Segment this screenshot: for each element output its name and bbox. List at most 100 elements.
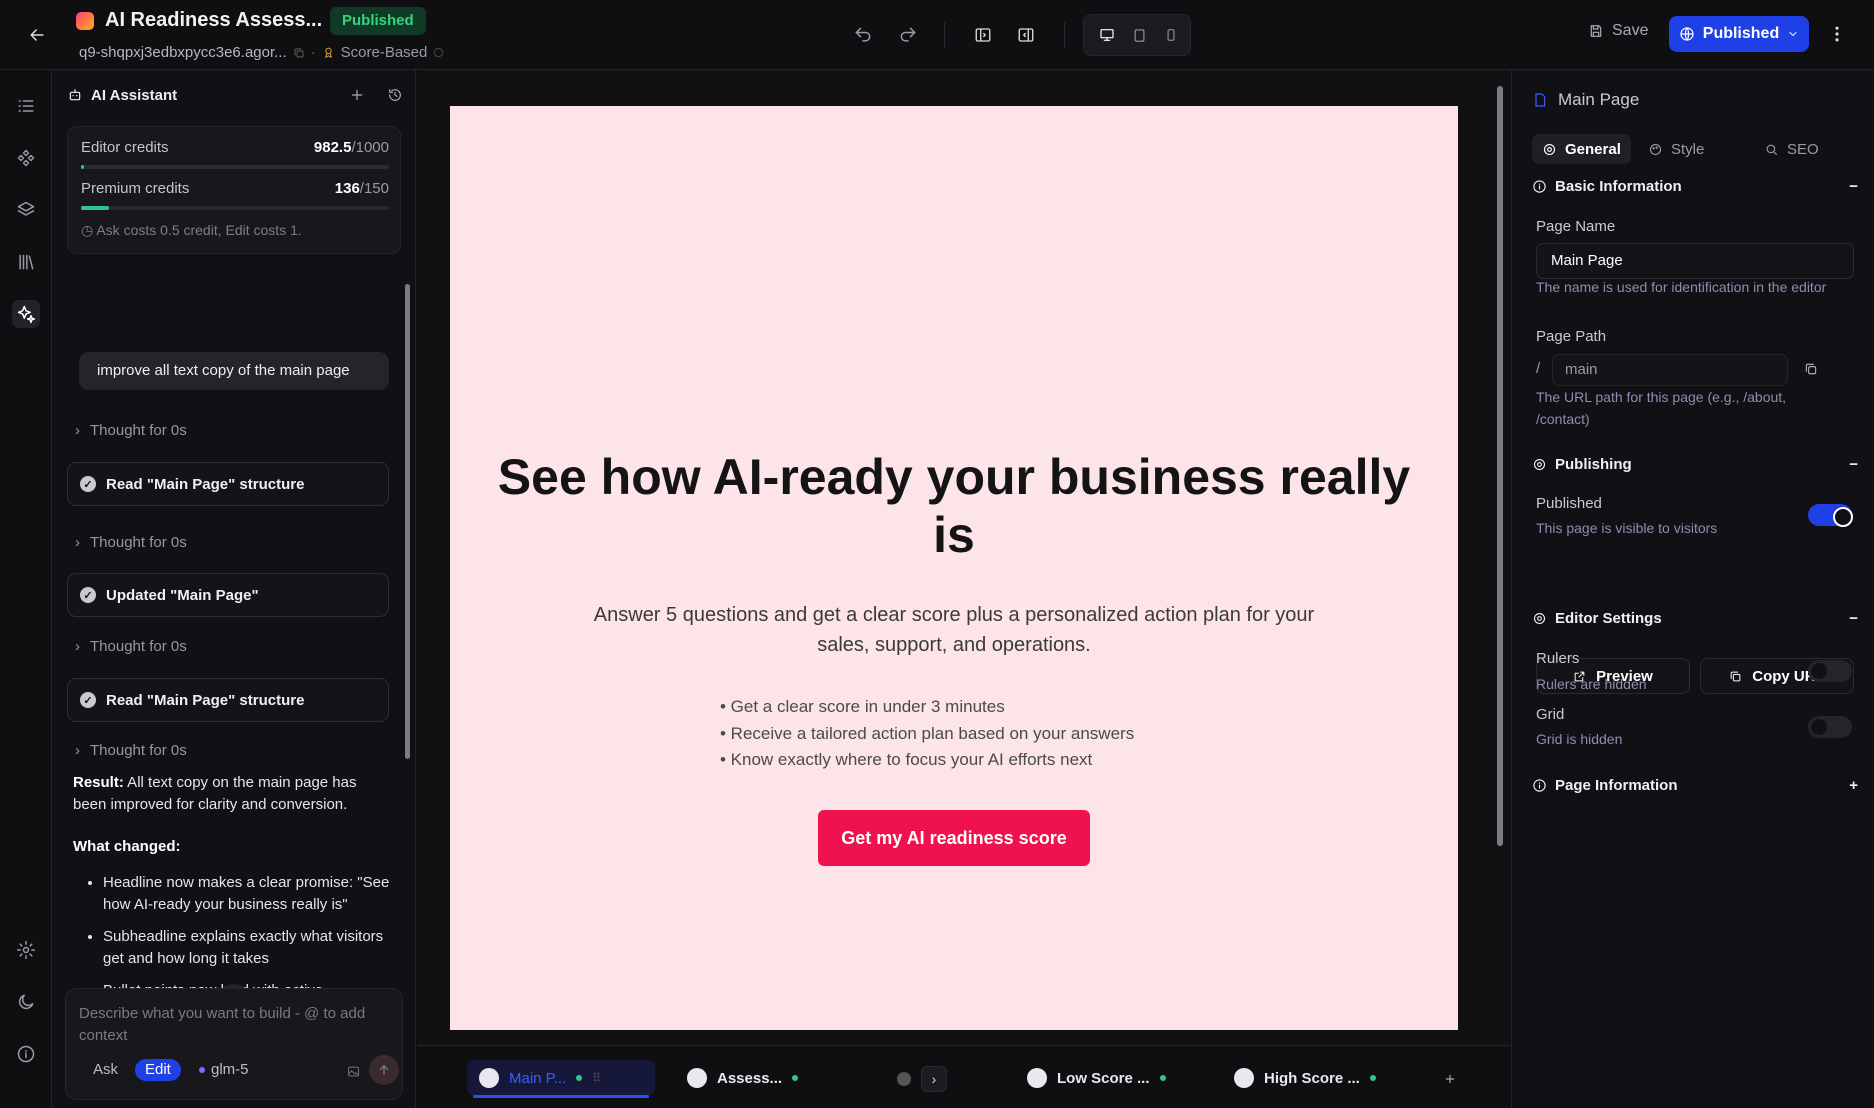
tab-high-score[interactable]: High Score ... <box>1234 1060 1376 1096</box>
published-toggle[interactable] <box>1808 504 1853 527</box>
new-chat-icon[interactable] <box>349 87 365 103</box>
copy-icon[interactable] <box>293 47 305 59</box>
tab-label: Style <box>1671 140 1705 158</box>
project-id: q9-shqpxj3edbxpycc3e6.agor... <box>79 44 287 61</box>
info-icon[interactable] <box>12 1040 40 1068</box>
grid-help: Grid is hidden <box>1536 731 1623 747</box>
edit-mode-button[interactable]: Edit <box>135 1059 181 1081</box>
tablet-icon[interactable] <box>1126 23 1152 47</box>
mobile-icon[interactable] <box>1158 23 1184 47</box>
undo-icon[interactable] <box>848 20 878 50</box>
tab-seo[interactable]: SEO <box>1764 134 1819 164</box>
gear-icon <box>1532 457 1547 472</box>
list-item: Subheadline explains exactly what visito… <box>103 926 391 970</box>
info-icon <box>433 47 444 58</box>
tab-assessment[interactable]: Assess... <box>687 1060 799 1096</box>
more-menu-icon[interactable] <box>1826 22 1848 46</box>
save-button[interactable]: Save <box>1588 22 1648 40</box>
divider <box>1064 22 1065 48</box>
cta-button[interactable]: Get my AI readiness score <box>818 810 1090 866</box>
basic-info-section-header[interactable]: Basic Information − <box>1532 178 1858 195</box>
desktop-icon[interactable] <box>1094 23 1120 47</box>
toggle-right-panel-icon[interactable] <box>1011 20 1041 50</box>
copy-icon[interactable] <box>1804 362 1818 376</box>
premium-credits-total: /150 <box>359 180 389 197</box>
page-preview[interactable]: See how AI-ready your business really is… <box>450 106 1458 1030</box>
canvas-scrollbar[interactable] <box>1494 72 1506 1027</box>
components-icon[interactable] <box>12 144 40 172</box>
page-thumbnail <box>1234 1068 1254 1088</box>
hero-bullets[interactable]: • Get a clear score in under 3 minutes •… <box>720 694 1134 774</box>
editor-settings-section-header[interactable]: Editor Settings − <box>1532 610 1858 627</box>
published-label: Published <box>1536 495 1602 512</box>
page-path-label: Page Path <box>1536 328 1607 345</box>
send-button[interactable] <box>369 1055 399 1085</box>
tab-main-page[interactable]: Main P... ⠿ <box>467 1060 655 1098</box>
page-thumbnail <box>479 1068 499 1088</box>
premium-credits-fill <box>81 206 109 210</box>
gear-icon <box>1542 142 1557 157</box>
user-message: improve all text copy of the main page <box>79 352 389 390</box>
chat-scrollbar[interactable] <box>403 270 412 1036</box>
project-subline: q9-shqpxj3edbxpycc3e6.agor... · Score-Ba… <box>79 44 444 61</box>
page-name-label: Page Name <box>1536 218 1616 235</box>
tab-style[interactable]: Style <box>1648 134 1704 164</box>
chevron-right-icon: › <box>75 742 80 759</box>
redo-icon[interactable] <box>893 20 923 50</box>
publishing-section-header[interactable]: Publishing − <box>1532 456 1858 473</box>
page-thumbnail[interactable] <box>897 1072 911 1086</box>
collapse-icon[interactable]: − <box>1849 610 1858 627</box>
chevron-right-icon: › <box>75 422 80 439</box>
publish-label: Published <box>1702 25 1780 42</box>
section-title: Publishing <box>1555 456 1632 473</box>
chevron-right-icon[interactable]: › <box>921 1066 947 1092</box>
page-path-input[interactable]: main <box>1552 354 1788 386</box>
chevron-down-icon <box>1787 28 1799 40</box>
layers-icon[interactable] <box>12 196 40 224</box>
dark-mode-icon[interactable] <box>12 988 40 1016</box>
collapse-icon[interactable]: − <box>1849 456 1858 473</box>
settings-icon[interactable] <box>12 936 40 964</box>
history-icon[interactable] <box>387 87 403 103</box>
expand-icon[interactable]: + <box>1849 777 1858 794</box>
hero-headline[interactable]: See how AI-ready your business really is <box>490 448 1418 564</box>
ai-assistant-icon[interactable] <box>12 300 40 328</box>
collapse-icon[interactable]: − <box>1849 178 1858 195</box>
app-title: AI Readiness Assess... <box>105 9 323 31</box>
info-icon <box>1532 778 1547 793</box>
grid-toggle[interactable] <box>1808 716 1852 738</box>
thought-toggle[interactable]: › Thought for 0s <box>75 742 187 759</box>
pages-list-icon[interactable] <box>12 92 40 120</box>
page-information-section-header[interactable]: Page Information + <box>1532 777 1858 794</box>
toggle-left-panel-icon[interactable] <box>968 20 998 50</box>
model-select[interactable]: glm-5 <box>199 1061 249 1078</box>
gear-icon <box>1532 611 1547 626</box>
publish-button[interactable]: Published <box>1669 16 1809 52</box>
chat-composer[interactable]: Describe what you want to build - @ to a… <box>65 988 403 1100</box>
library-icon[interactable] <box>12 248 40 276</box>
tool-step[interactable]: ✓ Updated "Main Page" <box>67 573 389 617</box>
tab-general[interactable]: General <box>1532 134 1631 164</box>
rulers-toggle[interactable] <box>1808 660 1852 682</box>
tool-step[interactable]: ✓ Read "Main Page" structure <box>67 678 389 722</box>
image-attach-icon[interactable] <box>343 1061 363 1081</box>
add-page-icon[interactable] <box>1439 1068 1461 1090</box>
tool-step[interactable]: ✓ Read "Main Page" structure <box>67 462 389 506</box>
tab-low-score[interactable]: Low Score ... <box>1027 1060 1166 1096</box>
ask-mode-button[interactable]: Ask <box>93 1061 118 1078</box>
scrollbar-thumb[interactable] <box>1497 86 1503 846</box>
scrollbar-thumb[interactable] <box>405 284 410 759</box>
thought-toggle[interactable]: › Thought for 0s <box>75 534 187 551</box>
tab-label: Main P... <box>509 1069 567 1087</box>
back-arrow-icon[interactable] <box>24 22 50 48</box>
status-dot <box>576 1075 583 1081</box>
composer-input[interactable]: Describe what you want to build - @ to a… <box>79 1003 379 1047</box>
page-name-help: The name is used for identification in t… <box>1536 279 1827 295</box>
editor-credits-used: 982.5 <box>313 139 352 156</box>
drag-handle-icon[interactable]: ⠿ <box>592 1071 601 1085</box>
tab-label: General <box>1565 140 1621 158</box>
thought-toggle[interactable]: › Thought for 0s <box>75 638 187 655</box>
page-name-input[interactable]: Main Page <box>1536 243 1854 279</box>
thought-toggle[interactable]: › Thought for 0s <box>75 422 187 439</box>
hero-subheadline[interactable]: Answer 5 questions and get a clear score… <box>570 600 1338 660</box>
